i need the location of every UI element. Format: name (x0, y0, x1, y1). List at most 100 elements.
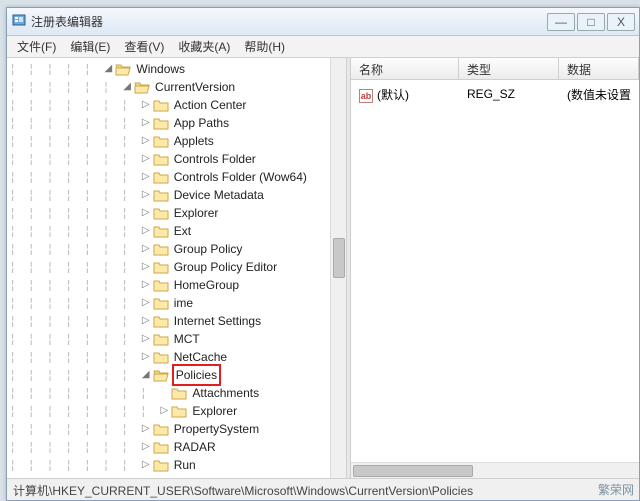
tree-node-group-policy[interactable]: ¦ ¦ ¦ ¦ ¦ ¦ ¦ ▷Group Policy (9, 240, 346, 258)
close-button[interactable]: X (607, 13, 635, 31)
tree-label[interactable]: Applets (172, 132, 216, 150)
tree-label[interactable]: Attachments (190, 384, 261, 402)
titlebar[interactable]: 注册表编辑器 — □ X (7, 8, 639, 36)
expand-toggle[interactable]: ◢ (140, 366, 152, 384)
folder-open-icon (153, 368, 169, 382)
tree-label[interactable]: Internet Settings (172, 312, 263, 330)
expand-toggle[interactable]: ▷ (140, 168, 152, 186)
col-type[interactable]: 类型 (459, 58, 559, 79)
tree-node-controls-folder[interactable]: ¦ ¦ ¦ ¦ ¦ ¦ ¦ ▷Controls Folder (9, 150, 346, 168)
tree-node-controls-folder-wow64-[interactable]: ¦ ¦ ¦ ¦ ¦ ¦ ¦ ▷Controls Folder (Wow64) (9, 168, 346, 186)
tree-label[interactable]: RADAR (172, 438, 218, 456)
expand-toggle[interactable]: ◢ (102, 60, 114, 78)
tree-node-policies[interactable]: ¦ ¦ ¦ ¦ ¦ ¦ ¦ ◢Policies (9, 366, 346, 384)
folder-icon (153, 458, 169, 472)
expand-toggle[interactable]: ▷ (140, 438, 152, 456)
tree-node-homegroup[interactable]: ¦ ¦ ¦ ¦ ¦ ¦ ¦ ▷HomeGroup (9, 276, 346, 294)
tree-node-currentversion[interactable]: ¦ ¦ ¦ ¦ ¦ ¦ ◢CurrentVersion (9, 78, 346, 96)
minimize-button[interactable]: — (547, 13, 575, 31)
expand-toggle[interactable] (158, 384, 170, 402)
expand-toggle[interactable]: ▷ (140, 204, 152, 222)
tree-label[interactable]: PropertySystem (172, 420, 261, 438)
tree-node-internet-settings[interactable]: ¦ ¦ ¦ ¦ ¦ ¦ ¦ ▷Internet Settings (9, 312, 346, 330)
menu-file[interactable]: 文件(F) (11, 36, 62, 57)
tree-node-action-center[interactable]: ¦ ¦ ¦ ¦ ¦ ¦ ¦ ▷Action Center (9, 96, 346, 114)
tree-node-radar[interactable]: ¦ ¦ ¦ ¦ ¦ ¦ ¦ ▷RADAR (9, 438, 346, 456)
tree-node-app-paths[interactable]: ¦ ¦ ¦ ¦ ¦ ¦ ¦ ▷App Paths (9, 114, 346, 132)
tree-label[interactable]: App Paths (172, 114, 231, 132)
menu-view[interactable]: 查看(V) (118, 36, 170, 57)
expand-toggle[interactable]: ▷ (140, 294, 152, 312)
expand-toggle[interactable]: ▷ (140, 456, 152, 474)
folder-icon (153, 206, 169, 220)
tree-node-ime[interactable]: ¦ ¦ ¦ ¦ ¦ ¦ ¦ ▷ime (9, 294, 346, 312)
folder-icon (153, 242, 169, 256)
list-hscroll[interactable] (351, 462, 639, 478)
scroll-thumb[interactable] (353, 465, 473, 477)
tree-label[interactable]: Action Center (172, 96, 249, 114)
tree-label[interactable]: Explorer (190, 402, 239, 420)
expand-toggle[interactable]: ▷ (140, 420, 152, 438)
expand-toggle[interactable]: ◢ (121, 78, 133, 96)
expand-toggle[interactable]: ▷ (140, 348, 152, 366)
tree-label[interactable]: Explorer (172, 204, 221, 222)
expand-toggle[interactable]: ▷ (140, 186, 152, 204)
tree-node-windows[interactable]: ¦ ¦ ¦ ¦ ¦ ◢Windows (9, 60, 346, 78)
tree-label[interactable]: Controls Folder (172, 150, 258, 168)
tree-label[interactable]: Device Metadata (172, 186, 266, 204)
tree-node-explorer[interactable]: ¦ ¦ ¦ ¦ ¦ ¦ ¦ ¦ ▷Explorer (9, 402, 346, 420)
expand-toggle[interactable]: ▷ (140, 474, 152, 478)
col-name[interactable]: 名称 (351, 58, 459, 79)
value-data: (数值未设置 (559, 86, 639, 103)
expand-toggle[interactable]: ▷ (140, 312, 152, 330)
expand-toggle[interactable]: ▷ (140, 258, 152, 276)
folder-icon (153, 134, 169, 148)
menu-edit[interactable]: 编辑(E) (64, 36, 116, 57)
string-value-icon: ab (359, 89, 373, 103)
tree-label[interactable]: HomeGroup (172, 276, 241, 294)
tree-label[interactable]: Ext (172, 222, 193, 240)
expand-toggle[interactable]: ▷ (140, 330, 152, 348)
tree-node-applets[interactable]: ¦ ¦ ¦ ¦ ¦ ¦ ¦ ▷Applets (9, 132, 346, 150)
col-data[interactable]: 数据 (559, 58, 639, 79)
watermark: 繁荣网 (598, 481, 634, 498)
tree-label[interactable]: MCT (172, 330, 202, 348)
menu-fav[interactable]: 收藏夹(A) (172, 36, 236, 57)
tree-node-propertysystem[interactable]: ¦ ¦ ¦ ¦ ¦ ¦ ¦ ▷PropertySystem (9, 420, 346, 438)
window-title: 注册表编辑器 (31, 13, 545, 30)
tree-node-runonce[interactable]: ¦ ¦ ¦ ¦ ¦ ¦ ¦ ▷RunOnce (9, 474, 346, 478)
tree-label[interactable]: CurrentVersion (153, 78, 237, 96)
tree-label[interactable]: ime (172, 294, 195, 312)
menu-help[interactable]: 帮助(H) (238, 36, 291, 57)
list-row[interactable]: ab(默认) REG_SZ (数值未设置 (351, 84, 639, 104)
tree-node-ext[interactable]: ¦ ¦ ¦ ¦ ¦ ¦ ¦ ▷Ext (9, 222, 346, 240)
scroll-thumb[interactable] (333, 238, 345, 278)
folder-open-icon (134, 80, 150, 94)
tree-node-run[interactable]: ¦ ¦ ¦ ¦ ¦ ¦ ¦ ▷Run (9, 456, 346, 474)
expand-toggle[interactable]: ▷ (140, 96, 152, 114)
expand-toggle[interactable]: ▷ (140, 276, 152, 294)
expand-toggle[interactable]: ▷ (140, 132, 152, 150)
expand-toggle[interactable]: ▷ (140, 222, 152, 240)
tree-label[interactable]: Policies (172, 364, 221, 386)
expand-toggle[interactable]: ▷ (140, 240, 152, 258)
tree-node-attachments[interactable]: ¦ ¦ ¦ ¦ ¦ ¦ ¦ ¦ Attachments (9, 384, 346, 402)
tree-label[interactable]: Group Policy (172, 240, 245, 258)
tree-node-explorer[interactable]: ¦ ¦ ¦ ¦ ¦ ¦ ¦ ▷Explorer (9, 204, 346, 222)
tree-label[interactable]: Controls Folder (Wow64) (172, 168, 309, 186)
tree-label[interactable]: Windows (134, 60, 187, 78)
tree-node-device-metadata[interactable]: ¦ ¦ ¦ ¦ ¦ ¦ ¦ ▷Device Metadata (9, 186, 346, 204)
expand-toggle[interactable]: ▷ (140, 114, 152, 132)
expand-toggle[interactable]: ▷ (140, 150, 152, 168)
tree-label[interactable]: Group Policy Editor (172, 258, 279, 276)
tree-label[interactable]: RunOnce (172, 474, 227, 478)
value-name: (默认) (377, 88, 409, 102)
tree-vscroll[interactable] (330, 58, 346, 478)
list-body[interactable]: ab(默认) REG_SZ (数值未设置 (351, 80, 639, 462)
tree-node-mct[interactable]: ¦ ¦ ¦ ¦ ¦ ¦ ¦ ▷MCT (9, 330, 346, 348)
maximize-button[interactable]: □ (577, 13, 605, 31)
expand-toggle[interactable]: ▷ (158, 402, 170, 420)
column-headers: 名称 类型 数据 (351, 58, 639, 80)
tree-node-group-policy-editor[interactable]: ¦ ¦ ¦ ¦ ¦ ¦ ¦ ▷Group Policy Editor (9, 258, 346, 276)
tree-label[interactable]: Run (172, 456, 198, 474)
